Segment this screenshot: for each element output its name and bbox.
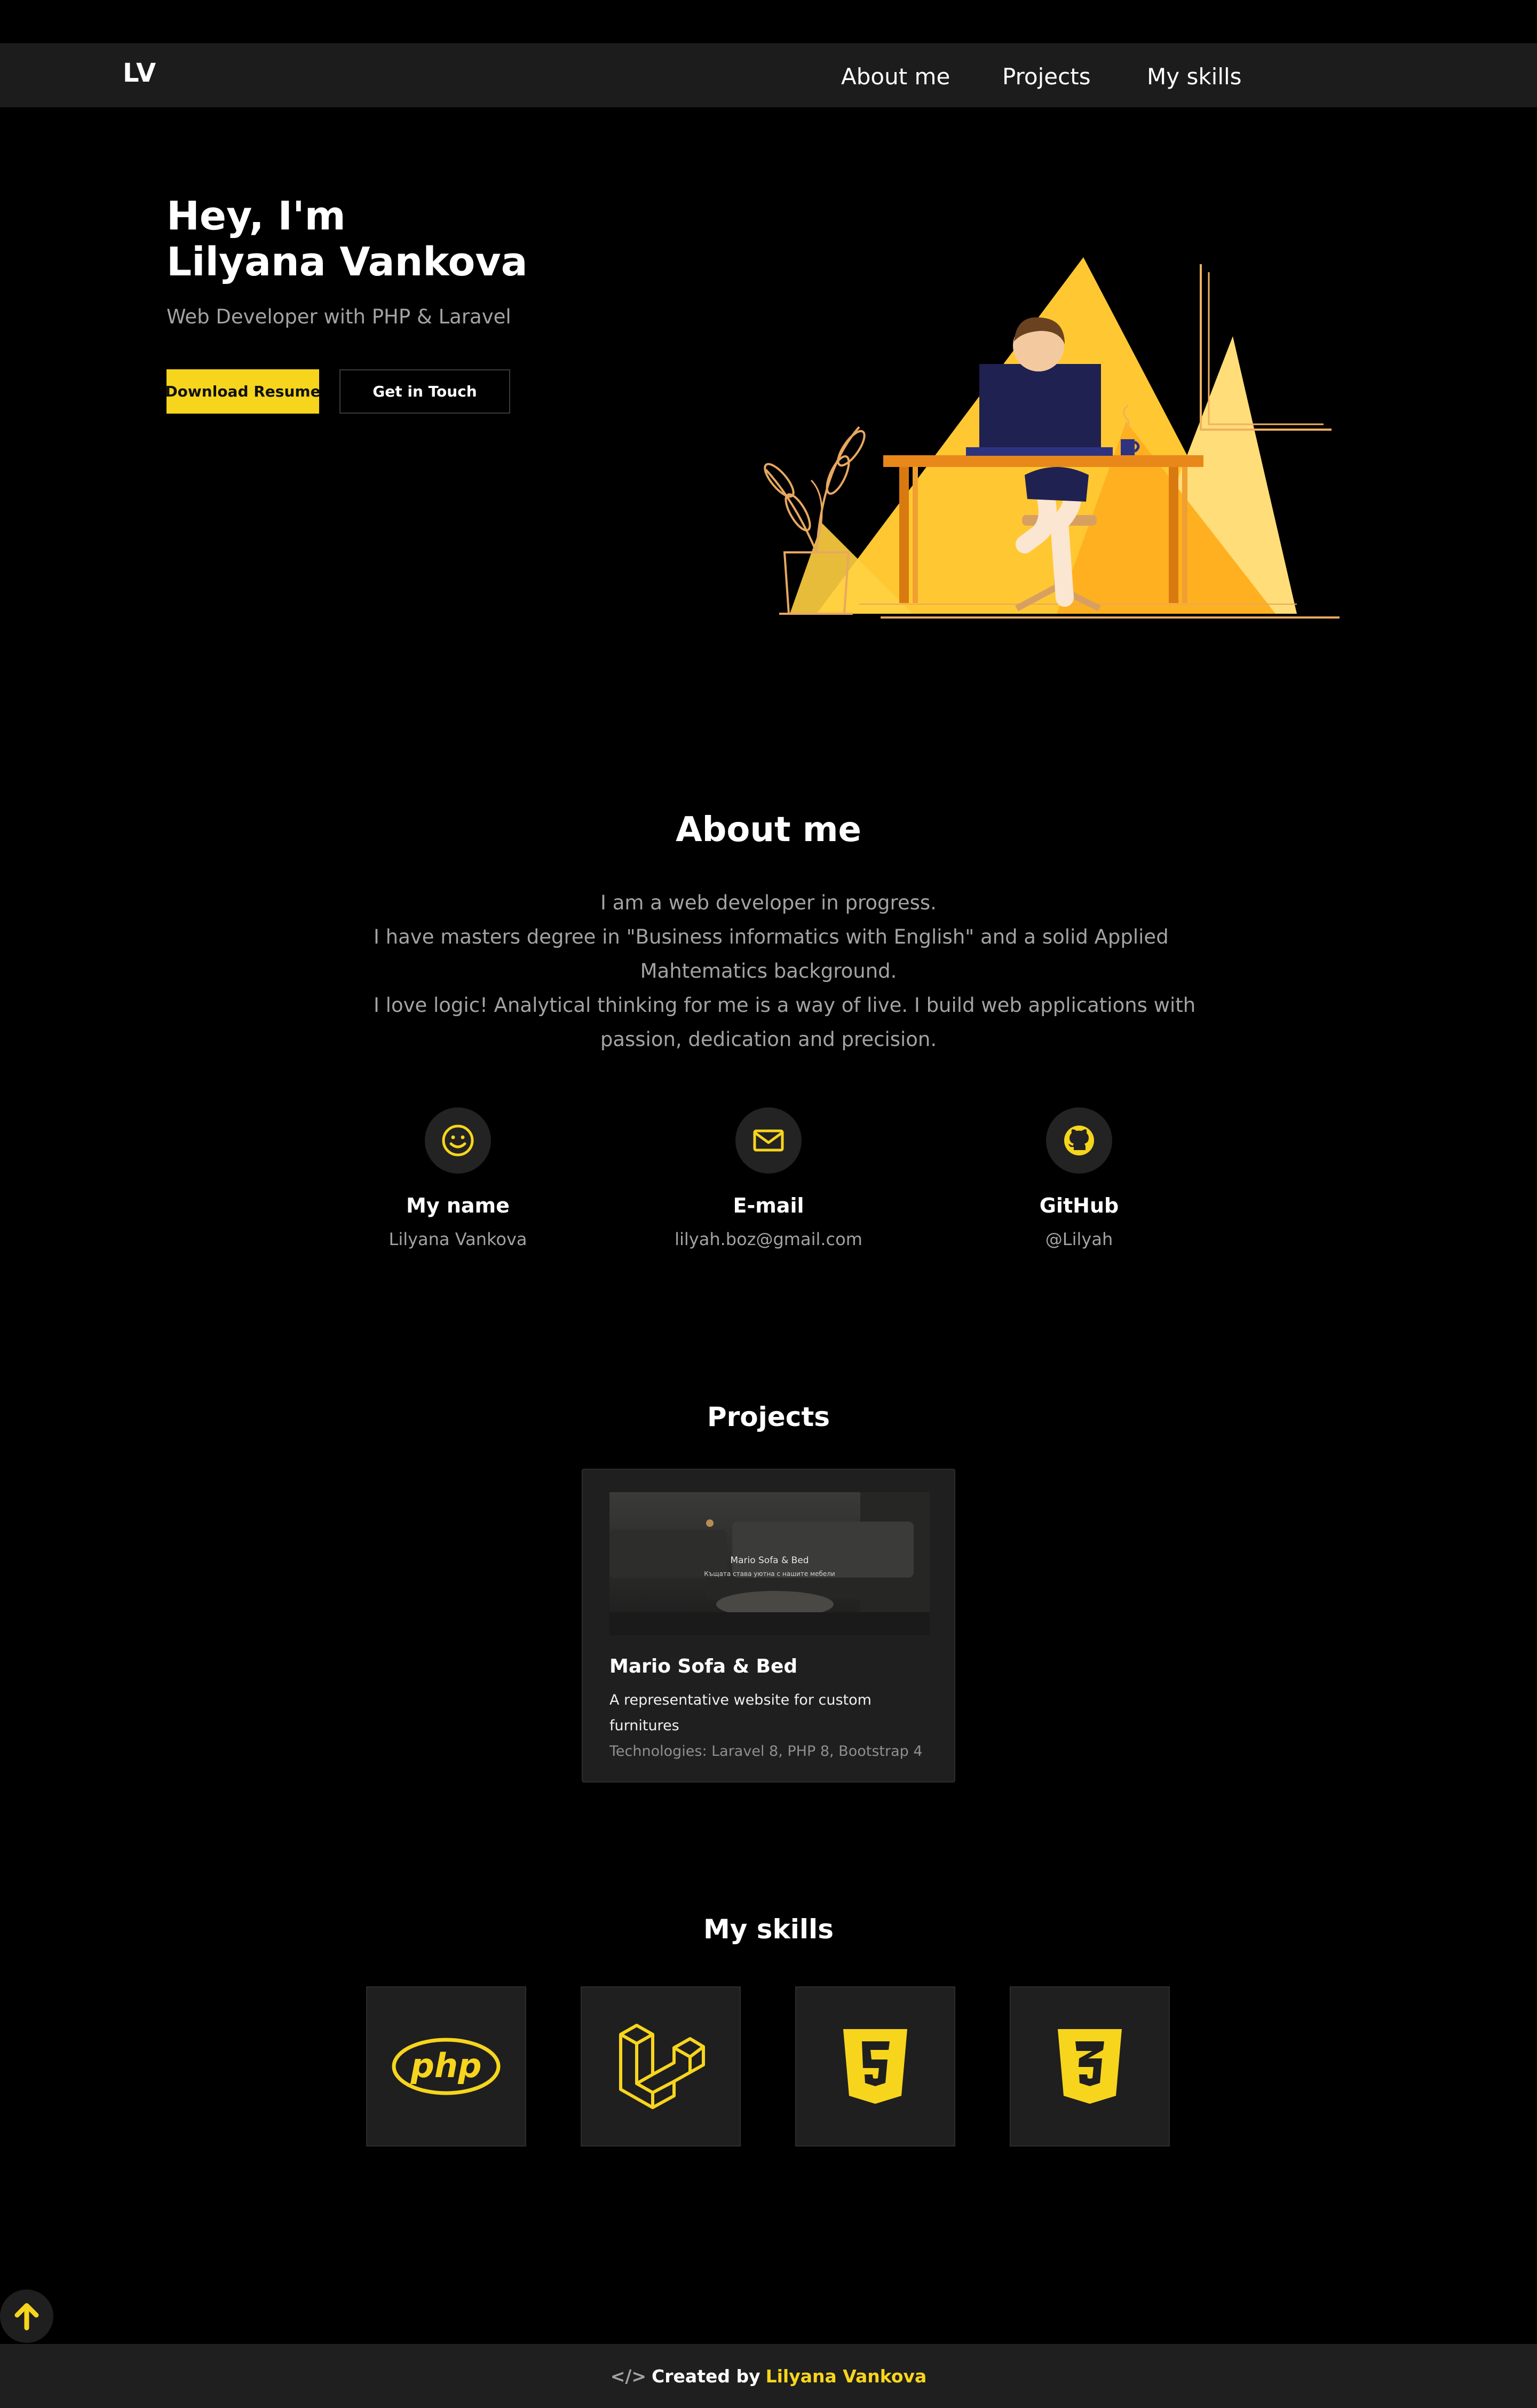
project-image-subtitle: Къщата става уютна с нашите мебели [704, 1570, 835, 1578]
footer-author-link[interactable]: Lilyana Vankova [766, 2366, 927, 2387]
hero-heading: Hey, I'm Lilyana Vankova [167, 193, 528, 285]
laravel-icon [581, 1986, 741, 2146]
envelope-icon[interactable] [735, 1107, 802, 1174]
contact-label: GitHub [1039, 1194, 1119, 1217]
footer: </> Created by Lilyana Vankova [0, 2344, 1537, 2408]
project-image-title: Mario Sofa & Bed [730, 1555, 809, 1566]
html5-icon [795, 1986, 955, 2146]
about-line: I have masters degree in "Business infor… [374, 925, 1169, 948]
contact-label: E-mail [733, 1194, 804, 1217]
project-description: A representative website for custom furn… [609, 1692, 872, 1734]
contact-value: Lilyana Vankova [389, 1229, 527, 1249]
arrow-up-icon [14, 2303, 39, 2331]
php-icon: php [366, 1986, 526, 2146]
nav-link-about[interactable]: About me [841, 64, 950, 90]
contact-github: GitHub @Lilyah [946, 1107, 1213, 1249]
nav-link-skills[interactable]: My skills [1147, 64, 1242, 90]
scroll-to-top-button[interactable] [0, 2290, 53, 2343]
svg-text:php: php [410, 2046, 482, 2085]
projects-title: Projects [707, 1401, 830, 1432]
css3-icon [1010, 1986, 1170, 2146]
about-line: Mahtematics background. [640, 960, 897, 983]
get-in-touch-button[interactable]: Get in Touch [339, 369, 510, 414]
project-title: Mario Sofa & Bed [609, 1656, 798, 1677]
footer-prefix: Created by [652, 2365, 760, 2387]
code-icon: </> [610, 2365, 647, 2387]
smile-icon [425, 1107, 491, 1174]
contact-value[interactable]: @Lilyah [946, 1229, 1213, 1249]
hero-subtitle: Web Developer with PHP & Laravel [167, 305, 511, 328]
contact-value[interactable]: lilyah.boz@gmail.com [635, 1229, 902, 1249]
hero-greeting: Hey, I'm [167, 193, 346, 239]
about-line: passion, dedication and precision. [600, 1028, 937, 1051]
project-screenshot: Mario Sofa & Bed Къщата става уютна с на… [609, 1492, 930, 1635]
project-card[interactable]: Mario Sofa & Bed Къщата става уютна с на… [582, 1469, 955, 1783]
about-title: About me [676, 810, 861, 850]
project-technologies: Technologies: Laravel 8, PHP 8, Bootstra… [609, 1743, 923, 1760]
developer-illustration [764, 257, 1340, 619]
about-line: I am a web developer in progress. [600, 891, 937, 914]
nav-link-projects[interactable]: Projects [1002, 64, 1091, 90]
hero-name: Lilyana Vankova [167, 239, 528, 285]
download-resume-button[interactable]: Download Resume [165, 369, 321, 414]
skills-title: My skills [703, 1914, 834, 1945]
contact-label: My name [406, 1194, 510, 1217]
about-line: I love logic! Analytical thinking for me… [374, 994, 1196, 1017]
contact-name: My name Lilyana Vankova [324, 1107, 591, 1249]
github-icon[interactable] [1046, 1107, 1112, 1174]
top-navbar: LV About me Projects My skills [0, 43, 1537, 107]
logo[interactable]: LV [123, 58, 156, 88]
contact-email: E-mail lilyah.boz@gmail.com [635, 1107, 902, 1249]
about-description: I am a web developer in progress. I have… [374, 886, 1196, 1057]
